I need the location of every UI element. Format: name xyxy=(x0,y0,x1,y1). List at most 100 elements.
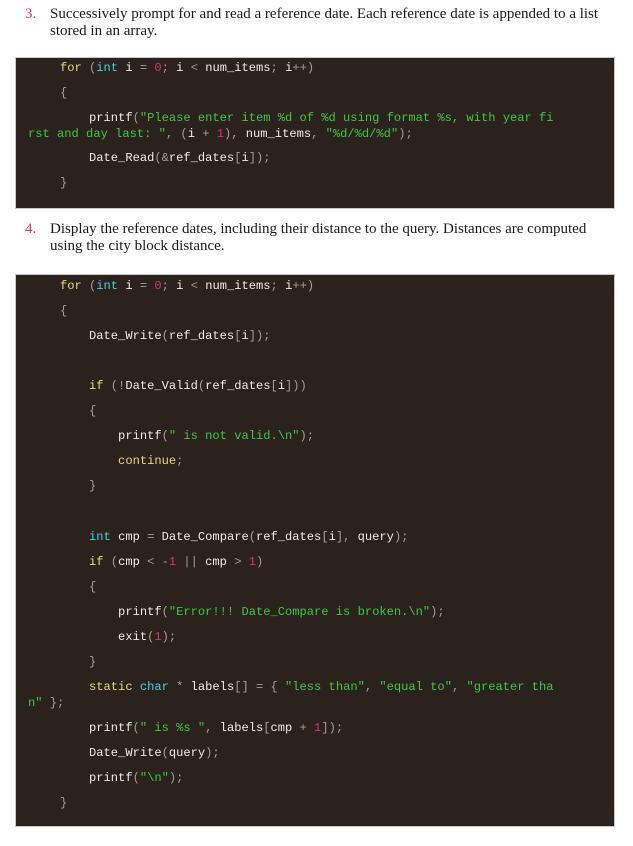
code-token: ], xyxy=(335,530,358,544)
code-block-read-dates: for (int i = 0; i < num_items; i++) { pri… xyxy=(15,57,615,209)
code-token: * xyxy=(168,680,191,694)
code-token: , xyxy=(205,721,220,735)
code-token: ])) xyxy=(285,379,307,393)
code-line: printf("Error!!! Date_Compare is broken.… xyxy=(60,604,614,620)
code-token: i xyxy=(168,279,191,293)
code-token: [ xyxy=(263,721,271,735)
code-line: if (cmp < -1 || cmp > 1) xyxy=(60,554,614,570)
code-line: for (int i = 0; i < num_items; i++) xyxy=(60,60,614,76)
step-4: 4. Display the reference dates, includin… xyxy=(25,221,615,255)
code-token: i xyxy=(241,329,249,343)
code-token: cmp xyxy=(205,555,235,569)
code-token: ); xyxy=(393,530,409,544)
step-number: 4. xyxy=(25,221,37,237)
code-token: ; xyxy=(270,279,278,293)
code-token: 1 xyxy=(154,630,162,644)
code-token: printf xyxy=(60,429,162,443)
code-token: [ xyxy=(321,530,329,544)
code-token: Date_Compare xyxy=(154,530,249,544)
code-line: } xyxy=(60,478,614,494)
code-token: { xyxy=(60,86,68,100)
code-line: if (!Date_Valid(ref_dates[i])) xyxy=(60,378,614,394)
code-token: for xyxy=(60,279,82,293)
code-token: ); xyxy=(299,429,315,443)
code-line: for (int i = 0; i < num_items; i++) xyxy=(60,278,614,294)
code-token: ; xyxy=(270,61,278,75)
code-token: i xyxy=(241,151,249,165)
code-token: ]); xyxy=(248,329,271,343)
code-token: i xyxy=(187,127,203,141)
code-block-display-dates: for (int i = 0; i < num_items; i++){ Dat… xyxy=(15,274,615,827)
code-token: Date_Write xyxy=(60,746,162,760)
code-token: ); xyxy=(398,127,413,141)
code-token: if xyxy=(60,379,104,393)
code-token: printf xyxy=(60,721,133,735)
code-token: [] = { xyxy=(234,680,286,694)
code-token: cmp xyxy=(118,555,148,569)
code-token: ), xyxy=(224,127,246,141)
code-token: }; xyxy=(42,696,65,710)
code-token: "greater tha xyxy=(466,680,554,694)
code-token: < xyxy=(190,61,198,75)
code-line: } xyxy=(60,175,614,191)
code-token: ref_dates xyxy=(168,329,235,343)
code-token: ]); xyxy=(248,151,271,165)
code-token: ; xyxy=(161,279,169,293)
code-token: { xyxy=(60,304,68,318)
code-token: int xyxy=(96,61,119,75)
code-line: exit(1); xyxy=(60,629,614,645)
code-line: printf(" is %s ", labels[cmp + 1]); xyxy=(60,720,614,736)
code-token: cmp xyxy=(270,721,300,735)
code-token: ref_dates xyxy=(256,530,322,544)
step-text: Successively prompt for and read a refer… xyxy=(50,6,599,39)
code-line: } xyxy=(60,795,614,811)
code-token: labels xyxy=(190,680,235,694)
code-token: int xyxy=(96,279,119,293)
code-token: ; xyxy=(176,454,184,468)
code-line: { xyxy=(60,85,614,101)
code-token: ++) xyxy=(292,279,315,293)
code-token: , xyxy=(451,680,467,694)
code-token: } xyxy=(60,479,97,493)
code-token: [ xyxy=(270,379,278,393)
code-token: 0 xyxy=(154,61,162,75)
code-token: rst and day last: " xyxy=(28,127,166,141)
code-token: > xyxy=(234,555,249,569)
code-token: ); xyxy=(430,605,445,619)
code-token: "Error!!! Date_Compare is broken.\n" xyxy=(168,605,431,619)
code-token: "less than" xyxy=(285,680,365,694)
code-token: i xyxy=(277,379,286,393)
code-token: ref_dates xyxy=(205,379,271,393)
code-token: num_items xyxy=(197,279,271,293)
code-line: { xyxy=(60,403,614,419)
code-token: ( xyxy=(248,530,256,544)
code-token: "\n" xyxy=(139,771,169,785)
code-line: static char * labels[] = { "less than", … xyxy=(60,679,614,695)
code-token: i xyxy=(328,530,336,544)
code-token: char xyxy=(132,680,169,694)
code-token: static xyxy=(60,680,133,694)
code-line: rst and day last: ", (i + 1), num_items,… xyxy=(28,126,614,142)
code-token: 1 xyxy=(216,127,224,141)
code-token: cmp xyxy=(110,530,148,544)
code-token: 0 xyxy=(154,279,162,293)
code-line: int cmp = Date_Compare(ref_dates[i], que… xyxy=(60,529,614,545)
code-token: , xyxy=(311,127,326,141)
code-token: int xyxy=(60,530,111,544)
code-token: i xyxy=(168,61,191,75)
code-token: ( xyxy=(132,111,140,125)
code-token: ( xyxy=(161,329,169,343)
code-token: num_items xyxy=(197,61,271,75)
code-token: printf xyxy=(60,605,162,619)
code-token: if xyxy=(60,555,104,569)
code-line: printf("Please enter item %d of %d using… xyxy=(60,110,614,126)
code-line: Date_Write(ref_dates[i]); xyxy=(60,328,614,344)
code-token: Date_Write xyxy=(60,329,162,343)
code-token: ( xyxy=(132,721,140,735)
code-line: } xyxy=(60,654,614,670)
code-token: i xyxy=(277,61,293,75)
code-token: for xyxy=(60,61,82,75)
code-token: Date_Valid xyxy=(125,379,198,393)
code-token: < xyxy=(190,279,198,293)
code-line: continue; xyxy=(60,453,614,469)
